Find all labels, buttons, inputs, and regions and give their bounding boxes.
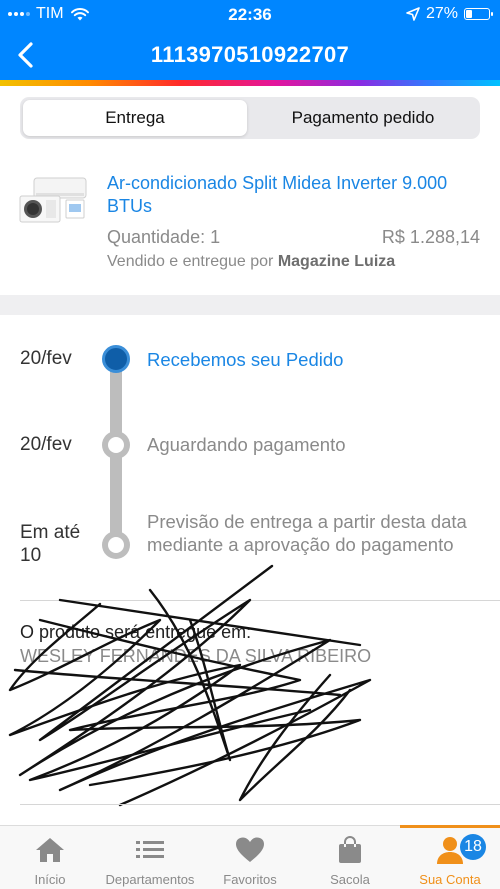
- segmented-tabs: Entrega Pagamento pedido: [20, 97, 480, 139]
- product-quantity: Quantidade: 1: [107, 227, 221, 247]
- nav-label: Favoritos: [223, 872, 277, 887]
- air-conditioner-image: [19, 177, 87, 223]
- timeline-step-3: Previsão de entrega a partir desta data …: [147, 511, 467, 555]
- nav-sua-conta[interactable]: 18 Sua Conta: [400, 825, 500, 889]
- bag-icon: [339, 836, 361, 863]
- home-icon: [36, 838, 64, 862]
- nav-favoritos[interactable]: Favoritos: [200, 826, 300, 889]
- seller-prefix: Vendido e entregue por: [107, 253, 274, 270]
- timeline-dot-done: [102, 345, 130, 373]
- seller-name: Magazine Luiza: [277, 253, 396, 270]
- nav-label: Início: [34, 872, 66, 887]
- section-separator: [0, 295, 500, 315]
- timeline-dot-pending: [102, 531, 130, 559]
- tab-pagamento-pedido[interactable]: Pagamento pedido: [250, 100, 476, 136]
- list-icon: [136, 841, 164, 858]
- nav-sacola[interactable]: Sacola: [300, 826, 400, 889]
- battery-icon: [464, 8, 493, 20]
- app-header: TIM 22:36 27% 1113970510922707: [0, 0, 500, 86]
- timeline-step-1: Recebemos seu Pedido: [147, 349, 344, 370]
- delivery-timeline: 20/fev Recebemos seu Pedido 20/fev Aguar…: [0, 315, 500, 600]
- product-seller: Vendido e entregue por Magazine Luiza: [107, 253, 395, 271]
- status-bar: TIM 22:36 27%: [0, 0, 500, 30]
- timeline-date-1: 20/fev: [20, 348, 72, 369]
- product-name-link[interactable]: Ar-condicionado Split Midea Inverter 9.0…: [107, 172, 477, 218]
- divider: [20, 804, 500, 805]
- timeline-step-2: Aguardando pagamento: [147, 434, 346, 455]
- battery-percent: 27%: [425, 5, 458, 22]
- battery-level: [466, 10, 473, 18]
- status-right: 27%: [406, 5, 493, 23]
- brand-gradient-bar: [0, 80, 500, 86]
- nav-inicio[interactable]: Início: [0, 826, 100, 889]
- redaction-scribble: [8, 564, 372, 807]
- nav-label: Sacola: [330, 872, 370, 887]
- title-bar: 1113970510922707: [0, 30, 500, 80]
- nav-label: Departamentos: [105, 872, 195, 887]
- nav-departamentos[interactable]: Departamentos: [100, 826, 200, 889]
- order-number-title: 1113970510922707: [150, 42, 350, 67]
- location-arrow-icon: [406, 7, 420, 21]
- nav-label: Sua Conta: [419, 872, 481, 887]
- heart-icon: [236, 837, 264, 862]
- timeline-date-2: 20/fev: [20, 434, 72, 455]
- product-card: Ar-condicionado Split Midea Inverter 9.0…: [0, 160, 500, 280]
- tab-entrega[interactable]: Entrega: [23, 100, 247, 136]
- bottom-navigation: Início Departamentos Favoritos Sacola 18…: [0, 825, 500, 889]
- timeline-dot-pending: [102, 431, 130, 459]
- notification-badge: 18: [460, 834, 486, 860]
- product-price: R$ 1.288,14: [381, 227, 480, 247]
